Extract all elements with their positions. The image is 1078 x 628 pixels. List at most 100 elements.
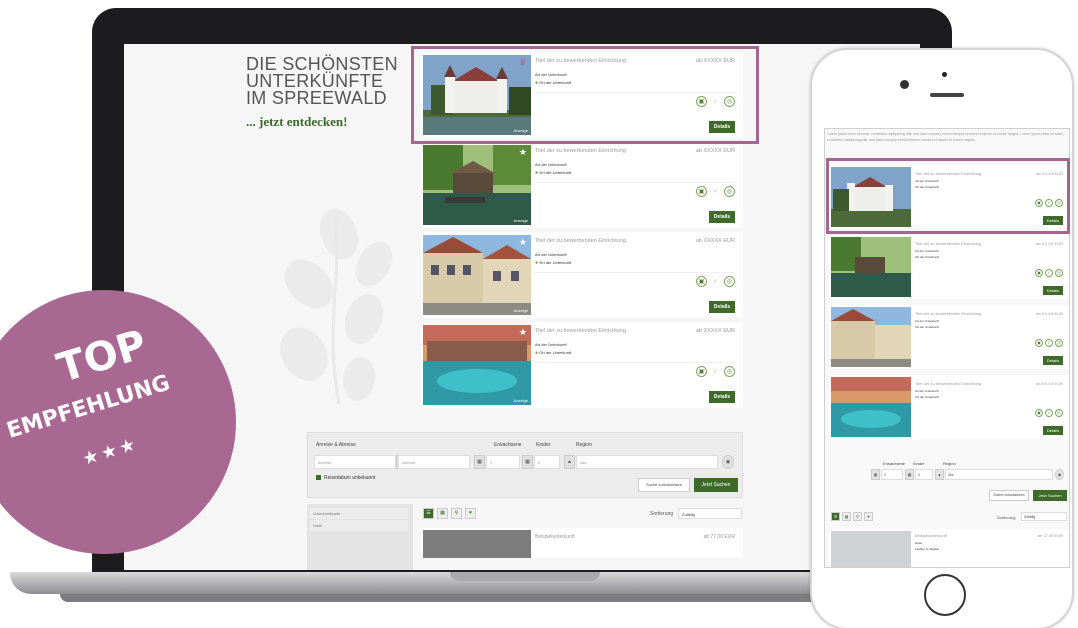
accommodation-type-select[interactable]: Hotel bbox=[310, 520, 408, 531]
listing-type: Art der Unterkunft bbox=[915, 389, 939, 393]
details-button[interactable]: Details bbox=[709, 301, 735, 313]
search-button[interactable]: Jetzt Suchen bbox=[694, 478, 738, 492]
listing-photo-houses[interactable]: ★ Anzeige bbox=[423, 235, 531, 315]
search-button[interactable]: Jetzt Suchen bbox=[1033, 490, 1067, 501]
details-button[interactable]: Details bbox=[1043, 426, 1063, 435]
wifi-icon: ◎ bbox=[1055, 269, 1063, 277]
listing-title[interactable]: Titel der zu bewerbenden Einrichtung bbox=[915, 241, 981, 246]
listing-price: ab XX,XX EUR bbox=[1036, 381, 1063, 386]
locate-icon[interactable]: ◉ bbox=[1055, 469, 1064, 480]
listing-photo-river[interactable]: ★ Anzeige bbox=[423, 145, 531, 225]
sort-select[interactable]: Zufällig bbox=[678, 508, 742, 519]
parking-icon: ▣ bbox=[1035, 409, 1043, 417]
home-icon[interactable]: ▲ bbox=[564, 455, 575, 469]
highlight-frame-phone bbox=[826, 158, 1070, 234]
parking-icon: ▣ bbox=[696, 366, 707, 377]
divider bbox=[535, 362, 735, 363]
kids-select[interactable]: 0 bbox=[534, 455, 560, 469]
listing-place: ● Ort der Unterkunft bbox=[535, 170, 571, 176]
listing-card-5: Beispielunterkunft ab 77,00 EUR bbox=[421, 528, 743, 558]
kids-select[interactable]: 0 bbox=[915, 469, 933, 480]
listing-photo-room[interactable] bbox=[423, 530, 531, 558]
listing-photo-pool[interactable]: ★ Anzeige bbox=[423, 325, 531, 405]
grid-view-icon[interactable]: ▦ bbox=[437, 508, 448, 519]
home-icon[interactable]: ▲ bbox=[935, 469, 944, 480]
listing-title[interactable]: Beispielunterkunft bbox=[915, 533, 947, 538]
listing-title[interactable]: Beispielunterkunft bbox=[535, 534, 575, 540]
mockup-stage: DIE SCHÖNSTEN UNTERKÜNFTE IM SPREEWALD .… bbox=[0, 0, 1078, 628]
listing-type: Art der Unterkunft bbox=[535, 342, 567, 347]
parking-icon: ▣ bbox=[1035, 269, 1043, 277]
star-icon[interactable]: ★ bbox=[519, 237, 527, 248]
amenities: ▣ ✓ ◎ bbox=[696, 276, 735, 287]
pets-icon: ✓ bbox=[712, 189, 719, 195]
favorites-view-icon[interactable]: ♥ bbox=[465, 508, 476, 519]
listing-title[interactable]: Titel der zu bewerbenden Einrichtung bbox=[535, 238, 626, 244]
map-view-icon[interactable]: ⚲ bbox=[853, 512, 862, 521]
sort-label: Sortierung bbox=[650, 511, 674, 517]
grid-view-icon[interactable]: ▦ bbox=[842, 512, 851, 521]
divider bbox=[535, 182, 735, 183]
listing-card-3: ★ Anzeige Titel der zu bewerbenden Einri… bbox=[421, 232, 743, 318]
location-pin-icon: ● bbox=[535, 170, 539, 176]
region-select[interactable]: Alle bbox=[945, 469, 1053, 480]
wifi-icon: ◎ bbox=[724, 186, 735, 197]
details-button[interactable]: Details bbox=[709, 211, 735, 223]
listing-title[interactable]: Titel der zu bewerbenden Einrichtung bbox=[535, 328, 626, 334]
listing-title[interactable]: Titel der zu bewerbenden Einrichtung bbox=[915, 381, 981, 386]
intro-text: Lorem ipsum dolor sit amet, consetetur s… bbox=[827, 132, 1064, 142]
listing-card-4: ★ Anzeige Titel der zu bewerbenden Einri… bbox=[421, 322, 743, 408]
person-icon[interactable]: ▦ bbox=[871, 469, 880, 480]
details-button[interactable]: Details bbox=[709, 391, 735, 403]
unknown-date-checkbox[interactable]: Reisedatum unbekannt bbox=[316, 475, 375, 481]
phone-listing-card-5: Beispielunterkunft ab 77,00 EUR Hotel La… bbox=[829, 529, 1069, 567]
phone-listing-card-2: Titel der zu bewerbenden Einrichtung ab … bbox=[829, 235, 1069, 299]
details-button[interactable]: Details bbox=[1043, 286, 1063, 295]
amenities: ▣ ✓ ◎ bbox=[1035, 339, 1063, 347]
listing-photo-pool[interactable] bbox=[831, 377, 911, 437]
map-view-icon[interactable]: ⚲ bbox=[451, 508, 462, 519]
adults-select[interactable]: 2 bbox=[486, 455, 520, 469]
wifi-icon: ◎ bbox=[724, 366, 735, 377]
reset-search-button[interactable]: Suche zurücksetzen bbox=[638, 478, 690, 492]
listing-place: ● Ort der Unterkunft bbox=[535, 260, 571, 266]
region-select[interactable]: Alle bbox=[576, 455, 718, 469]
phone-camera-icon bbox=[900, 80, 909, 89]
listing-title[interactable]: Titel der zu bewerbenden Einrichtung bbox=[535, 148, 626, 154]
person-icon[interactable]: ▦ bbox=[522, 455, 533, 469]
departure-input[interactable]: Abreise bbox=[398, 455, 470, 469]
reset-search-button[interactable]: Suche zurücksetzen bbox=[989, 490, 1029, 501]
home-button[interactable] bbox=[924, 574, 966, 616]
amenities: ▣ ✓ ◎ bbox=[1035, 269, 1063, 277]
sort-select[interactable]: Zufällig bbox=[1021, 512, 1067, 521]
details-button[interactable]: Details bbox=[1043, 356, 1063, 365]
dates-label: Anreise & Abreise bbox=[316, 442, 356, 448]
arrival-input[interactable]: Anreise bbox=[314, 455, 396, 469]
pets-icon: ✓ bbox=[1045, 339, 1053, 347]
calendar-icon[interactable]: ▦ bbox=[474, 455, 485, 469]
favorites-view-icon[interactable]: ♥ bbox=[864, 512, 873, 521]
view-switcher: ☰ ▦ ⚲ ♥ bbox=[423, 508, 476, 519]
kids-label: Kinder bbox=[536, 442, 551, 448]
child-icon[interactable]: ▦ bbox=[905, 469, 914, 480]
list-view-icon[interactable]: ☰ bbox=[831, 512, 840, 521]
listing-type: Hotel bbox=[915, 541, 923, 545]
listing-photo-river[interactable] bbox=[831, 237, 911, 297]
listing-card-2: ★ Anzeige Titel der zu bewerbenden Einri… bbox=[421, 142, 743, 228]
checkbox-icon[interactable] bbox=[316, 475, 321, 481]
listing-type: Art der Unterkunft bbox=[915, 319, 939, 323]
star-icon[interactable]: ★ bbox=[519, 327, 527, 338]
listing-title[interactable]: Titel der zu bewerbenden Einrichtung bbox=[915, 311, 981, 316]
accommodation-type-label[interactable]: Unterkunftsarte bbox=[310, 508, 408, 519]
star-icon[interactable]: ★ bbox=[519, 147, 527, 158]
listing-type: Art der Unterkunft bbox=[535, 162, 567, 167]
locate-icon[interactable]: ◉ bbox=[722, 455, 734, 469]
adults-select[interactable]: 2 bbox=[881, 469, 903, 480]
listing-price: ab 77,00 EUR bbox=[703, 534, 735, 540]
listing-photo-houses[interactable] bbox=[831, 307, 911, 367]
phone-sensor bbox=[942, 72, 947, 77]
pets-icon: ✓ bbox=[1045, 269, 1053, 277]
list-view-icon[interactable]: ☰ bbox=[423, 508, 434, 519]
listing-photo-room[interactable] bbox=[831, 531, 911, 567]
listing-place: Ort der Unterkunft bbox=[915, 255, 940, 259]
